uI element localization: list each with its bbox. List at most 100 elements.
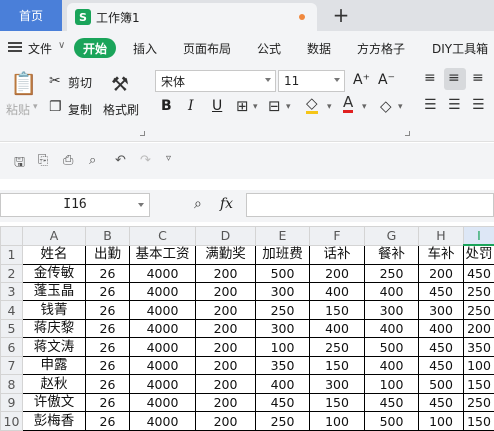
bold-button[interactable]: B (161, 98, 172, 114)
table-cell[interactable]: 500 (418, 374, 464, 394)
column-header[interactable]: E (255, 226, 310, 246)
row-header[interactable]: 1 (0, 244, 23, 265)
row-header[interactable]: 8 (0, 374, 23, 394)
table-cell[interactable]: 150 (309, 300, 365, 320)
table-cell[interactable]: 300 (309, 374, 365, 394)
merge-dropdown-icon[interactable]: ▾ (286, 102, 291, 112)
row-header[interactable]: 3 (0, 281, 23, 302)
table-cell[interactable]: 400 (255, 374, 310, 394)
table-cell[interactable]: 100 (418, 411, 464, 431)
font-size-select[interactable]: 11 (278, 70, 345, 92)
row-header[interactable]: 2 (0, 263, 23, 283)
table-cell[interactable]: 200 (195, 392, 256, 413)
copy-icon[interactable]: ❐ (49, 99, 62, 115)
table-cell[interactable]: 450 (255, 392, 310, 413)
table-cell[interactable]: 100 (463, 355, 494, 376)
column-header[interactable]: G (364, 226, 419, 246)
table-cell[interactable]: 姓名 (22, 244, 86, 265)
table-cell[interactable]: 26 (85, 263, 130, 283)
table-cell[interactable]: 150 (463, 374, 494, 394)
table-cell[interactable]: 450 (418, 337, 464, 357)
table-cell[interactable]: 4000 (129, 318, 196, 339)
align-right-icon[interactable]: ☰ (472, 97, 485, 113)
table-cell[interactable]: 蓬玉晶 (22, 281, 86, 302)
table-cell[interactable]: 250 (255, 411, 310, 431)
table-cell[interactable]: 250 (364, 263, 419, 283)
paste-icon[interactable]: 📋 (10, 72, 37, 97)
table-cell[interactable]: 话补 (309, 244, 365, 265)
menu-start[interactable]: 开始 (74, 38, 116, 58)
table-cell[interactable]: 250 (309, 337, 365, 357)
column-header[interactable]: C (129, 226, 196, 246)
align-center-icon[interactable]: ☰ (448, 97, 461, 113)
clipboard-dialog-launcher[interactable] (140, 131, 145, 136)
table-cell[interactable]: 钱菁 (22, 300, 86, 320)
table-cell[interactable]: 处罚 (463, 244, 494, 265)
table-cell[interactable]: 4000 (129, 281, 196, 302)
table-cell[interactable]: 200 (195, 318, 256, 339)
clear-dropdown-icon[interactable]: ▾ (398, 102, 403, 112)
table-cell[interactable]: 出勤 (85, 244, 130, 265)
table-cell[interactable]: 4000 (129, 300, 196, 320)
align-top-icon[interactable]: ≡ (424, 70, 436, 86)
table-cell[interactable]: 200 (195, 355, 256, 376)
borders-dropdown-icon[interactable]: ▾ (253, 102, 258, 112)
table-cell[interactable]: 300 (255, 281, 310, 302)
row-header[interactable]: 9 (0, 392, 23, 413)
table-cell[interactable]: 蒋庆黎 (22, 318, 86, 339)
column-header[interactable]: A (22, 226, 86, 246)
row-header[interactable]: 7 (0, 355, 23, 376)
table-cell[interactable]: 26 (85, 374, 130, 394)
print-icon[interactable]: ⎙ (63, 153, 73, 168)
table-cell[interactable]: 200 (463, 318, 494, 339)
table-cell[interactable]: 400 (364, 281, 419, 302)
table-cell[interactable]: 申露 (22, 355, 86, 376)
borders-icon[interactable]: ⊞ (236, 97, 249, 115)
cut-button[interactable]: 剪切 (68, 74, 92, 91)
table-cell[interactable]: 200 (195, 263, 256, 283)
table-cell[interactable]: 450 (418, 281, 464, 302)
italic-button[interactable]: I (188, 98, 194, 114)
zoom-lookup-icon[interactable]: ⌕ (194, 196, 202, 212)
table-cell[interactable]: 150 (463, 411, 494, 431)
table-cell[interactable]: 200 (195, 300, 256, 320)
column-header[interactable]: F (309, 226, 365, 246)
table-cell[interactable]: 4000 (129, 263, 196, 283)
table-cell[interactable]: 26 (85, 281, 130, 302)
scissors-icon[interactable]: ✂ (49, 73, 61, 89)
table-cell[interactable]: 300 (364, 300, 419, 320)
table-cell[interactable]: 400 (309, 318, 365, 339)
grow-font-button[interactable]: A⁺ (353, 72, 370, 88)
table-cell[interactable]: 4000 (129, 411, 196, 431)
table-cell[interactable]: 许傲文 (22, 392, 86, 413)
table-cell[interactable]: 300 (418, 300, 464, 320)
table-cell[interactable]: 100 (364, 374, 419, 394)
table-cell[interactable]: 400 (364, 318, 419, 339)
shrink-font-button[interactable]: A⁻ (378, 72, 395, 88)
table-cell[interactable]: 350 (255, 355, 310, 376)
table-cell[interactable]: 基本工资 (129, 244, 196, 265)
table-cell[interactable]: 200 (195, 337, 256, 357)
table-cell[interactable]: 500 (364, 337, 419, 357)
chevron-down-icon[interactable]: ∨ (58, 40, 65, 51)
column-header[interactable]: H (418, 226, 464, 246)
table-cell[interactable]: 赵秋 (22, 374, 86, 394)
menu-page-layout[interactable]: 页面布局 (183, 40, 231, 57)
table-cell[interactable]: 4000 (129, 355, 196, 376)
column-header-selected[interactable]: I (463, 226, 494, 246)
fill-color-icon[interactable]: ◇ (306, 96, 318, 114)
paste-dropdown-icon[interactable]: ▾ (33, 102, 38, 112)
table-cell[interactable]: 4000 (129, 374, 196, 394)
merge-cells-icon[interactable]: ⊟ (268, 97, 281, 115)
hamburger-icon[interactable] (8, 42, 22, 52)
column-header[interactable]: D (195, 226, 256, 246)
table-cell[interactable]: 450 (463, 263, 494, 283)
row-header[interactable]: 4 (0, 300, 23, 320)
table-cell[interactable]: 300 (255, 318, 310, 339)
tab-home[interactable]: 首页 (0, 0, 62, 31)
table-cell[interactable]: 车补 (418, 244, 464, 265)
font-dialog-launcher[interactable] (405, 131, 410, 136)
column-header[interactable]: B (85, 226, 130, 246)
row-header[interactable]: 10 (0, 411, 23, 431)
table-cell[interactable]: 450 (364, 392, 419, 413)
